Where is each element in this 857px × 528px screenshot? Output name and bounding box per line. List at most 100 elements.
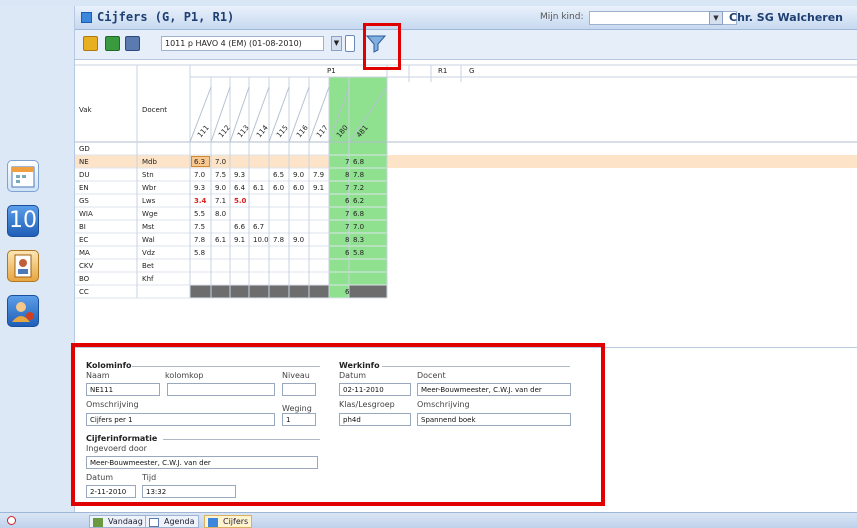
tab-cijfers-label: Cijfers — [223, 517, 249, 526]
grade-cell: 7 — [345, 184, 350, 192]
grade-cell: 5.5 — [194, 210, 206, 218]
calendar-icon — [149, 518, 159, 527]
vak-cell: EC — [79, 236, 89, 244]
home-icon — [93, 518, 103, 527]
id-card-icon[interactable] — [7, 250, 39, 282]
grade-cell: 9.1 — [234, 236, 246, 244]
highlight-box-filter — [363, 23, 401, 70]
grade-cell: 6.8 — [353, 210, 365, 218]
grade-cell: 7 — [345, 158, 350, 166]
docent-cell: Mdb — [142, 158, 157, 166]
docent-cell: Wge — [142, 210, 158, 218]
grade-cell: 7.2 — [353, 184, 365, 192]
docent-cell: Wbr — [142, 184, 157, 192]
docent-cell: Lws — [142, 197, 156, 205]
grade-cell: 9.3 — [194, 184, 206, 192]
grade-cell: 7.0 — [353, 223, 365, 231]
grade-cell: 6 — [345, 288, 350, 296]
grade-cell: 6.4 — [234, 184, 246, 192]
vak-cell: BO — [79, 275, 90, 283]
grade-cell: 3.4 — [194, 197, 207, 205]
ten-icon[interactable]: 10 — [7, 205, 39, 237]
grade-cell: 6.1 — [253, 184, 265, 192]
tab-cijfers[interactable]: Cijfers — [204, 515, 253, 528]
grade-cell: 6 — [345, 249, 350, 257]
toolbar: 1011 p HAVO 4 (EM) (01-08-2010) ▼ — [75, 30, 857, 60]
column-icon[interactable] — [345, 35, 355, 52]
vak-cell: GS — [79, 197, 89, 205]
vak-cell: MA — [79, 249, 90, 257]
grade-cell: 8 — [345, 171, 350, 179]
grade-cell: 8.3 — [353, 236, 365, 244]
grades-icon — [81, 12, 92, 23]
grade-cell: 9.0 — [293, 171, 305, 179]
export-excel-icon[interactable] — [105, 36, 120, 51]
vak-cell: CKV — [79, 262, 94, 270]
grade-cell: 7.0 — [194, 171, 206, 179]
grade-cell: 8 — [345, 236, 350, 244]
docent-cell: Khf — [142, 275, 154, 283]
grade-cell: 6.3 — [194, 158, 206, 166]
grade-cell: 6.8 — [353, 158, 365, 166]
tab-agenda-label: Agenda — [164, 517, 195, 526]
grade-cell: 7.9 — [313, 171, 325, 179]
vak-cell: BI — [79, 223, 86, 231]
docent-cell: Vdz — [142, 249, 155, 257]
grade-cell: 9.0 — [215, 184, 227, 192]
app-window: 10 Cijfers (G, P1, R1) Mijn kind: ▼ Chr.… — [0, 0, 857, 528]
docent-cell: Wal — [142, 236, 155, 244]
vak-cell: CC — [79, 288, 89, 296]
grade-cell: 7.0 — [215, 158, 227, 166]
print-icon[interactable] — [125, 36, 140, 51]
grades-icon — [208, 518, 218, 527]
docent-cell: Mst — [142, 223, 155, 231]
ten-icon-label: 10 — [9, 208, 37, 233]
docent-cell: Stn — [142, 171, 154, 179]
grade-cell: 10.0 — [253, 236, 269, 244]
chevron-down-icon[interactable]: ▼ — [331, 36, 342, 51]
tab-vandaag-label: Vandaag — [108, 517, 143, 526]
grade-cell: 7 — [345, 223, 350, 231]
tab-agenda[interactable]: Agenda — [145, 515, 199, 528]
grade-cell: 5.8 — [194, 249, 206, 257]
grade-cell: 6.2 — [353, 197, 365, 205]
grade-cell: 6 — [345, 197, 350, 205]
vak-cell: EN — [79, 184, 89, 192]
school-name: Chr. SG Walcheren — [729, 11, 844, 24]
cc-row-bar-end — [349, 285, 387, 298]
power-icon[interactable] — [7, 516, 16, 525]
grade-cell: 7.5 — [215, 171, 227, 179]
grade-cell: 7.8 — [353, 171, 365, 179]
period-select[interactable]: 1011 p HAVO 4 (EM) (01-08-2010) — [161, 36, 324, 51]
grade-cell: 6.0 — [293, 184, 305, 192]
user-settings-icon[interactable] — [7, 295, 39, 327]
grade-cell: 6.6 — [234, 223, 246, 231]
grade-cell: 7.5 — [194, 223, 206, 231]
refresh-icon[interactable] — [83, 36, 98, 51]
grade-cell: 5.0 — [234, 197, 247, 205]
left-sidebar: 10 — [0, 6, 75, 512]
page-title: Cijfers (G, P1, R1) — [97, 10, 235, 24]
tab-vandaag[interactable]: Vandaag — [89, 515, 147, 528]
chevron-down-icon[interactable]: ▼ — [709, 11, 723, 25]
grade-cell: 6.0 — [273, 184, 285, 192]
grade-cell: 5.8 — [353, 249, 365, 257]
header-docent: Docent — [142, 106, 168, 114]
grade-cell: 7.1 — [215, 197, 227, 205]
header-vak: Vak — [79, 106, 92, 114]
calendar-icon[interactable] — [7, 160, 39, 192]
vak-cell: DU — [79, 171, 90, 179]
vak-cell: NE — [79, 158, 89, 166]
vak-cell: WIA — [79, 210, 93, 218]
grade-cell: 8.0 — [215, 210, 227, 218]
grade-cell: 6.1 — [215, 236, 227, 244]
child-label: Mijn kind: — [540, 12, 584, 22]
highlight-box-info — [71, 343, 605, 506]
taskbar: Vandaag Agenda Cijfers — [0, 512, 857, 528]
vak-cell: GD — [79, 145, 90, 153]
grade-cell: 6.7 — [253, 223, 265, 231]
grades-table: P1 R1 G Vak Docent 111 112 113 114 115 116 117 180 48… — [75, 60, 857, 348]
grade-cell: 7.8 — [273, 236, 285, 244]
group-label-p1: P1 — [327, 67, 336, 75]
grade-cell: 7 — [345, 210, 350, 218]
